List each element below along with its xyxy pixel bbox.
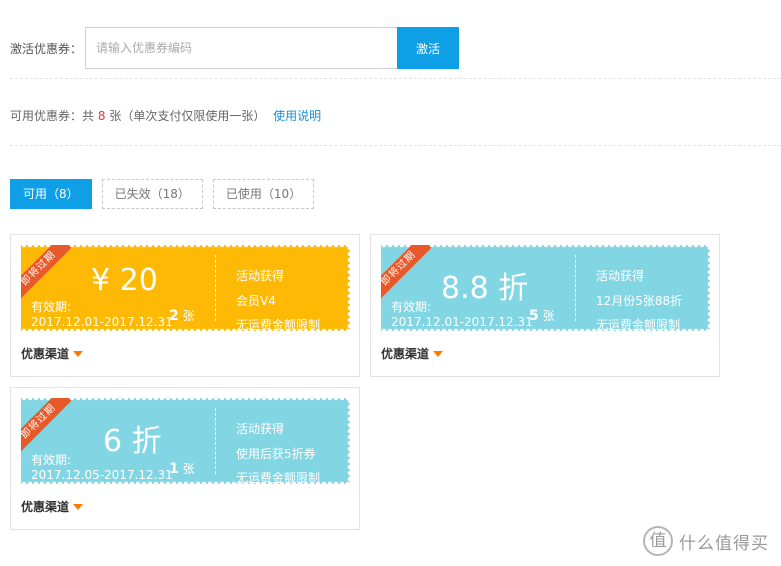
coupon-source: 活动获得 <box>236 269 285 283</box>
validity-label: 有效期: <box>391 300 432 314</box>
activate-row: 激活优惠券： 激活 <box>10 27 459 69</box>
summary-suffix: 张（单次支付仅限使用一张） <box>109 109 266 123</box>
watermark-logo-icon: 值 <box>643 526 673 556</box>
coupon-amount: 8.8 折 <box>441 271 529 306</box>
divider <box>10 78 781 79</box>
expiring-soon-ribbon: 即将过期 <box>21 398 72 455</box>
coupon-summary: 可用优惠券：共 8 张（单次支付仅限使用一张） 使用说明 <box>10 107 321 124</box>
coupon-channel-dropdown[interactable]: 优惠渠道 <box>21 498 84 515</box>
coupon-ticket[interactable]: 即将过期 ¥ 20 有效期: 2017.12.01-2017.12.31 2 张… <box>21 245 350 331</box>
coupon-amount: 6 折 <box>103 424 162 459</box>
coupon-card: 即将过期 ¥ 20 有效期: 2017.12.01-2017.12.31 2 张… <box>10 234 360 377</box>
coupon-code-input[interactable] <box>85 27 397 69</box>
coupon-channel-dropdown[interactable]: 优惠渠道 <box>21 345 84 362</box>
validity-range: 2017.12.01-2017.12.31 <box>31 315 173 329</box>
caret-down-icon <box>433 350 444 357</box>
coupon-ticket[interactable]: 即将过期 8.8 折 有效期: 2017.12.01-2017.12.31 5 … <box>381 245 710 331</box>
coupon-separator <box>215 408 216 474</box>
coupon-restriction: 无运费金额限制 <box>236 471 321 484</box>
coupon-card: 即将过期 6 折 有效期: 2017.12.05-2017.12.31 1 张 … <box>10 387 360 530</box>
divider <box>10 145 781 146</box>
available-count: 8 <box>97 109 106 123</box>
channel-label: 优惠渠道 <box>381 347 430 361</box>
usage-help-link[interactable]: 使用说明 <box>273 109 321 123</box>
quantity-unit: 张 <box>182 462 195 476</box>
caret-down-icon <box>73 350 84 357</box>
tab-available[interactable]: 可用（8） <box>10 179 92 209</box>
tab-expired[interactable]: 已失效（18） <box>101 179 203 209</box>
tab-used[interactable]: 已使用（10） <box>212 179 315 209</box>
quantity-value: 2 <box>169 308 179 324</box>
coupon-ticket[interactable]: 即将过期 6 折 有效期: 2017.12.05-2017.12.31 1 张 … <box>21 398 350 484</box>
validity-range: 2017.12.01-2017.12.31 <box>391 315 533 329</box>
coupon-source: 活动获得 <box>236 422 285 436</box>
quantity-unit: 张 <box>182 309 195 323</box>
validity-label: 有效期: <box>31 453 72 467</box>
quantity-value: 1 <box>169 461 179 477</box>
caret-down-icon <box>73 503 84 510</box>
coupon-quantity: 1 张 <box>169 460 195 477</box>
coupon-restriction: 无运费金额限制 <box>596 318 681 331</box>
coupon-channel-dropdown[interactable]: 优惠渠道 <box>381 345 444 362</box>
coupon-quantity: 2 张 <box>169 307 195 324</box>
coupon-condition: 会员V4 <box>236 294 276 308</box>
activate-button[interactable]: 激活 <box>397 27 459 69</box>
watermark-text: 什么值得买 <box>679 533 769 554</box>
channel-label: 优惠渠道 <box>21 500 70 514</box>
validity-label: 有效期: <box>31 300 72 314</box>
coupon-separator <box>215 255 216 321</box>
activate-label: 激活优惠券： <box>10 41 83 56</box>
quantity-value: 5 <box>529 308 539 324</box>
quantity-unit: 张 <box>542 309 555 323</box>
coupon-restriction: 无运费金额限制 <box>236 318 321 331</box>
expiring-soon-ribbon: 即将过期 <box>381 245 432 302</box>
validity-range: 2017.12.05-2017.12.31 <box>31 468 173 482</box>
coupon-quantity: 5 张 <box>529 307 555 324</box>
coupon-separator <box>575 255 576 321</box>
coupon-amount: ¥ 20 <box>91 263 158 298</box>
coupon-condition: 12月份5张88折 <box>596 294 683 308</box>
coupon-card: 即将过期 8.8 折 有效期: 2017.12.01-2017.12.31 5 … <box>370 234 720 377</box>
expiring-soon-ribbon: 即将过期 <box>21 245 72 302</box>
site-watermark: 值 什么值得买 <box>643 526 769 556</box>
channel-label: 优惠渠道 <box>21 347 70 361</box>
coupon-source: 活动获得 <box>596 269 645 283</box>
coupon-tabs: 可用（8） 已失效（18） 已使用（10） <box>10 179 324 209</box>
coupon-condition: 使用后获5折券 <box>236 447 316 461</box>
summary-prefix: 可用优惠券：共 <box>10 109 95 123</box>
